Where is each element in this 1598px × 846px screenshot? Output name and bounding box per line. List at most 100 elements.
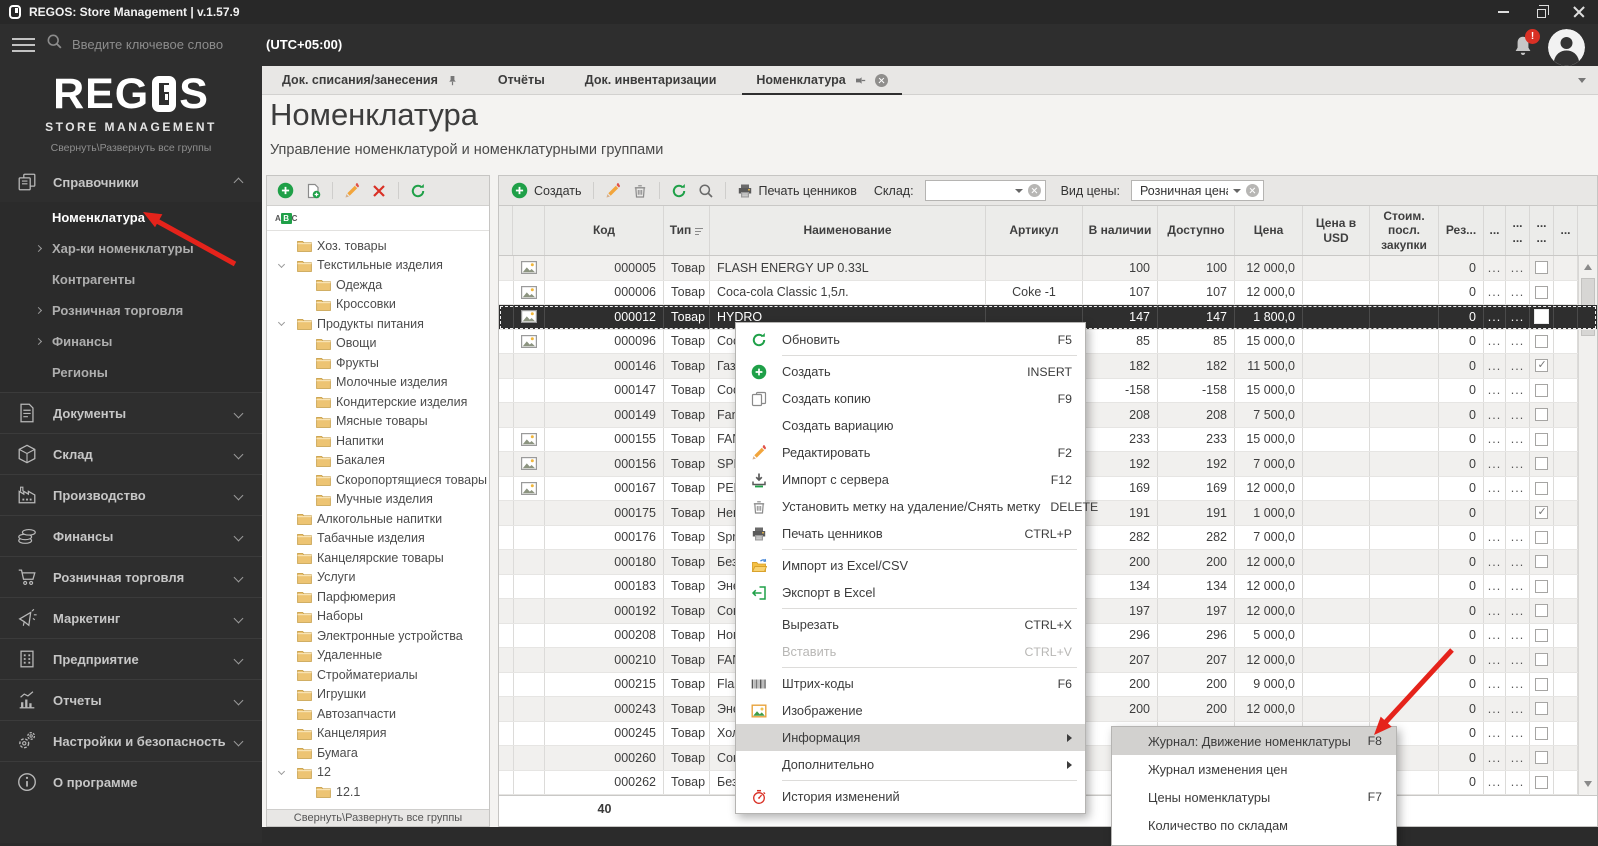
menu-item-Информация[interactable]: Информация <box>736 724 1085 751</box>
dots-cell[interactable]: ... <box>1506 746 1530 770</box>
last-cost-cell[interactable] <box>1370 427 1439 451</box>
image-cell[interactable] <box>513 550 545 574</box>
sidebar-item-Справочники[interactable]: Справочники <box>0 162 262 202</box>
price-cell[interactable]: 1 800,0 <box>1235 305 1303 329</box>
tab-overflow-chevron-icon[interactable] <box>1578 78 1586 83</box>
dots-cell[interactable]: ... <box>1484 599 1506 623</box>
checkbox[interactable] <box>1535 751 1548 765</box>
refresh-tree-button[interactable] <box>410 183 426 199</box>
empty-cell[interactable] <box>1554 525 1578 549</box>
last-cost-cell[interactable] <box>1370 476 1439 500</box>
dots-cell[interactable]: ... <box>1484 697 1506 721</box>
last-cost-cell[interactable] <box>1370 501 1439 525</box>
sidebar-item-Производство[interactable]: Производство <box>0 475 262 515</box>
tab-Док. инвентаризации[interactable]: Док. инвентаризации <box>565 66 737 94</box>
reserve-cell[interactable]: 0 <box>1439 550 1484 574</box>
checkbox[interactable] <box>1535 334 1548 348</box>
price-cell[interactable]: 12 000,0 <box>1235 550 1303 574</box>
qty-cell[interactable]: 192 <box>1083 452 1158 476</box>
dots-cell[interactable]: ... <box>1506 672 1530 696</box>
dots-cell[interactable]: ... <box>1484 452 1506 476</box>
create-button[interactable]: Создать <box>511 182 582 199</box>
reserve-cell[interactable]: 0 <box>1439 525 1484 549</box>
empty-cell[interactable] <box>1554 305 1578 329</box>
last-cost-cell[interactable] <box>1370 280 1439 304</box>
checkbox[interactable] <box>1535 481 1548 495</box>
price-cell[interactable]: 12 000,0 <box>1235 256 1303 280</box>
menu-item-Печать ценников[interactable]: Печать ценников CTRL+P <box>736 520 1085 547</box>
code-cell[interactable]: 000176 <box>545 525 664 549</box>
column-header-Цена в USD[interactable]: Цена в USD <box>1303 206 1370 255</box>
menu-item-Создать копию[interactable]: Создать копию F9 <box>736 385 1085 412</box>
last-cost-cell[interactable] <box>1370 648 1439 672</box>
last-cost-cell[interactable] <box>1370 329 1439 353</box>
reserve-cell[interactable]: 0 <box>1439 574 1484 598</box>
qty-cell[interactable]: 85 <box>1083 329 1158 353</box>
checkbox[interactable] <box>1535 358 1548 373</box>
available-cell[interactable]: 134 <box>1158 574 1235 598</box>
tree-sort-row[interactable]: ABC <box>267 206 489 231</box>
tree-item-12.1[interactable]: 12.1 <box>267 782 489 802</box>
qty-cell[interactable]: 147 <box>1083 305 1158 329</box>
tree-item-Канцелярия[interactable]: Канцелярия <box>267 724 489 744</box>
image-cell[interactable] <box>513 697 545 721</box>
submenu-item-Журнал изменения цен[interactable]: Журнал изменения цен <box>1112 755 1396 783</box>
dots-cell[interactable]: ... <box>1484 305 1506 329</box>
empty-cell[interactable] <box>1554 452 1578 476</box>
code-cell[interactable]: 000260 <box>545 746 664 770</box>
image-cell[interactable] <box>513 525 545 549</box>
column-header-col0[interactable] <box>499 206 513 255</box>
qty-cell[interactable]: 107 <box>1083 280 1158 304</box>
image-cell[interactable] <box>513 770 545 794</box>
pin-icon[interactable] <box>447 75 458 86</box>
reserve-cell[interactable]: 0 <box>1439 476 1484 500</box>
dots-cell[interactable]: ... <box>1506 721 1530 745</box>
dots-cell[interactable]: ... <box>1506 329 1530 353</box>
column-header-В наличии[interactable]: В наличии <box>1083 206 1158 255</box>
code-cell[interactable]: 000005 <box>545 256 664 280</box>
reserve-cell[interactable]: 0 <box>1439 599 1484 623</box>
available-cell[interactable]: 107 <box>1158 280 1235 304</box>
price-cell[interactable]: 7 500,0 <box>1235 403 1303 427</box>
tree-item-Продукты питания[interactable]: Продукты питания <box>267 314 489 334</box>
reserve-cell[interactable]: 0 <box>1439 378 1484 402</box>
price-usd-cell[interactable] <box>1303 305 1370 329</box>
column-header-... ...[interactable]: ... ... <box>1530 206 1554 255</box>
menu-item-История изменений[interactable]: История изменений <box>736 783 1085 810</box>
checkbox[interactable] <box>1535 408 1548 422</box>
available-cell[interactable]: 296 <box>1158 623 1235 647</box>
restore-button[interactable] <box>1522 0 1560 24</box>
last-cost-cell[interactable] <box>1370 403 1439 427</box>
type-cell[interactable]: Товар <box>664 525 710 549</box>
image-cell[interactable] <box>513 280 545 304</box>
checkbox-cell[interactable] <box>1530 256 1554 280</box>
add-group-button[interactable] <box>277 182 294 199</box>
available-cell[interactable]: 169 <box>1158 476 1235 500</box>
dots-cell[interactable]: ... <box>1484 354 1506 378</box>
checkbox[interactable] <box>1535 457 1548 471</box>
article-cell[interactable]: Coke -1 <box>986 280 1083 304</box>
last-cost-cell[interactable] <box>1370 378 1439 402</box>
price-cell[interactable]: 12 000,0 <box>1235 476 1303 500</box>
available-cell[interactable]: 191 <box>1158 501 1235 525</box>
dots-cell[interactable] <box>1484 501 1506 525</box>
reserve-cell[interactable]: 0 <box>1439 329 1484 353</box>
available-cell[interactable]: 208 <box>1158 403 1235 427</box>
checkbox-cell[interactable] <box>1530 403 1554 427</box>
image-cell[interactable] <box>513 427 545 451</box>
clear-icon[interactable] <box>1245 184 1259 197</box>
price-usd-cell[interactable] <box>1303 403 1370 427</box>
last-cost-cell[interactable] <box>1370 305 1439 329</box>
image-cell[interactable] <box>513 329 545 353</box>
refresh-button[interactable] <box>671 183 687 199</box>
checkbox-cell[interactable] <box>1530 476 1554 500</box>
price-usd-cell[interactable] <box>1303 476 1370 500</box>
last-cost-cell[interactable] <box>1370 354 1439 378</box>
last-cost-cell[interactable] <box>1370 599 1439 623</box>
dots-cell[interactable]: ... <box>1484 550 1506 574</box>
warehouse-select[interactable] <box>924 180 1046 201</box>
available-cell[interactable]: 85 <box>1158 329 1235 353</box>
type-cell[interactable]: Товар <box>664 623 710 647</box>
empty-cell[interactable] <box>1554 770 1578 794</box>
dots-cell[interactable]: ... <box>1484 256 1506 280</box>
